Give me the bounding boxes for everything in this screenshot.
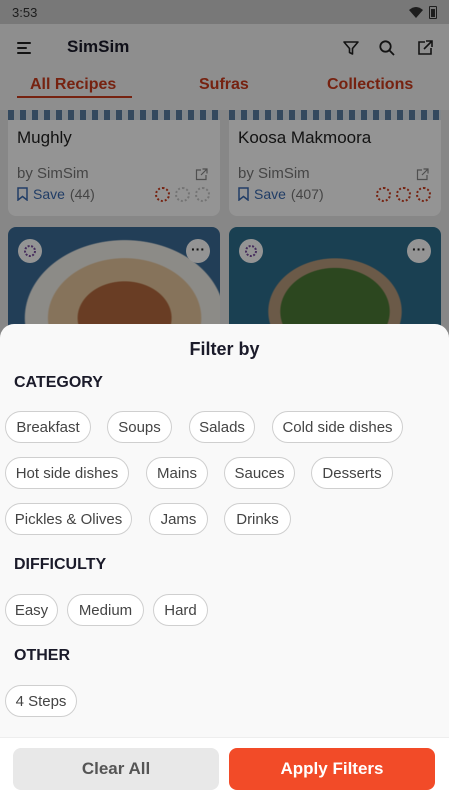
filter-actions: Clear All Apply Filters (0, 737, 449, 800)
apply-filters-button[interactable]: Apply Filters (229, 748, 435, 790)
chip-soups[interactable]: Soups (107, 411, 172, 443)
chip-easy[interactable]: Easy (5, 594, 58, 626)
chip-hard[interactable]: Hard (153, 594, 208, 626)
difficulty-heading: DIFFICULTY (14, 556, 107, 573)
filter-sheet: Filter by CATEGORY Breakfast Soups Salad… (0, 324, 449, 800)
chip-cold-side-dishes[interactable]: Cold side dishes (272, 411, 403, 443)
other-heading: OTHER (14, 647, 70, 664)
chip-breakfast[interactable]: Breakfast (5, 411, 91, 443)
chip-hot-side-dishes[interactable]: Hot side dishes (5, 457, 129, 489)
chip-medium[interactable]: Medium (67, 594, 144, 626)
chip-mains[interactable]: Mains (146, 457, 208, 489)
chip-pickles-olives[interactable]: Pickles & Olives (5, 503, 132, 535)
clear-all-button[interactable]: Clear All (13, 748, 219, 790)
chip-4-steps[interactable]: 4 Steps (5, 685, 77, 717)
chip-drinks[interactable]: Drinks (224, 503, 291, 535)
chip-desserts[interactable]: Desserts (311, 457, 393, 489)
chip-sauces[interactable]: Sauces (224, 457, 295, 489)
chip-salads[interactable]: Salads (189, 411, 255, 443)
filter-title: Filter by (189, 339, 260, 359)
category-heading: CATEGORY (14, 374, 103, 391)
chip-jams[interactable]: Jams (149, 503, 208, 535)
